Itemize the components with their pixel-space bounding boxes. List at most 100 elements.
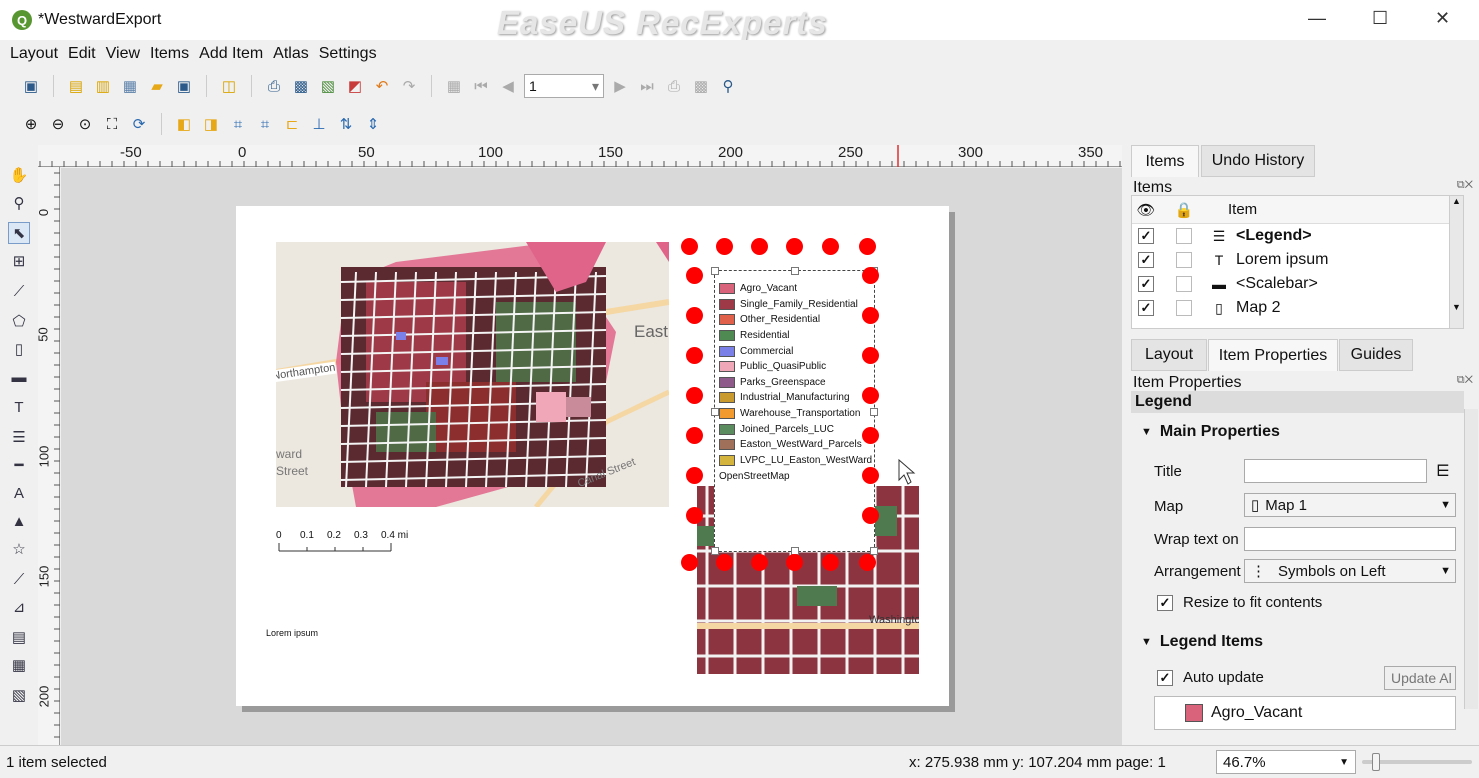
export-atlas-icon[interactable]: ▩	[690, 75, 712, 97]
distribute-icon[interactable]: ⇅	[335, 113, 357, 135]
resize-icon[interactable]: ⇕	[362, 113, 384, 135]
resize-handle[interactable]	[711, 267, 719, 275]
add-marker-icon[interactable]: ☆	[8, 538, 30, 560]
menu-view[interactable]: View	[106, 45, 140, 63]
lorem-ipsum-label[interactable]: Lorem ipsum	[266, 628, 318, 638]
open-folder-icon[interactable]: ▰	[146, 75, 168, 97]
resize-handle[interactable]	[870, 408, 878, 416]
export-pdf-icon[interactable]: ◩	[344, 75, 366, 97]
menu-items[interactable]: Items	[150, 45, 189, 63]
refresh-icon[interactable]: ⟳	[128, 113, 150, 135]
visibility-checkbox[interactable]: ✓	[1138, 276, 1154, 292]
tab-undo-history[interactable]: Undo History	[1201, 145, 1315, 177]
tab-item-properties[interactable]: Item Properties	[1208, 339, 1338, 371]
resize-handle[interactable]	[870, 547, 878, 555]
lock-checkbox[interactable]	[1176, 252, 1192, 268]
menu-layout[interactable]: Layout	[10, 45, 58, 63]
resize-handle[interactable]	[791, 267, 799, 275]
maximize-button[interactable]: ☐	[1372, 8, 1388, 29]
scalebar-item[interactable]: 0 0.1 0.2 0.3 0.4 mi	[276, 530, 426, 556]
atlas-settings-icon[interactable]: ⚲	[717, 75, 739, 97]
panel-float-close-icon[interactable]: ⧉✕	[1457, 374, 1473, 387]
next-feature-icon[interactable]: ▶	[609, 75, 631, 97]
atlas-page-input[interactable]: 1 ▾	[524, 74, 604, 98]
resize-to-fit-row[interactable]: ✓ Resize to fit contents	[1157, 594, 1322, 611]
auto-update-checkbox[interactable]: ✓	[1157, 669, 1173, 686]
new-page-icon[interactable]: ◫	[218, 75, 240, 97]
select-move-icon[interactable]: ⬉	[8, 222, 30, 244]
move-content-icon[interactable]: ⊞	[8, 250, 30, 272]
add-north-arrow-icon[interactable]: A	[8, 482, 30, 504]
layout-canvas[interactable]: East Northampton Canal Street ward Stree…	[61, 168, 1122, 745]
undo-icon[interactable]: ↶	[371, 75, 393, 97]
add-scalebar-icon[interactable]: ━	[8, 454, 30, 476]
scroll-up-icon[interactable]: ▲	[1450, 196, 1463, 206]
scroll-down-icon[interactable]: ▼	[1450, 302, 1463, 312]
main-properties-group[interactable]: ▼ Main Properties	[1141, 423, 1280, 441]
layout-page[interactable]: East Northampton Canal Street ward Stree…	[236, 206, 949, 706]
menu-settings[interactable]: Settings	[319, 45, 377, 63]
expression-icon[interactable]: ⋿	[1436, 461, 1450, 481]
visibility-checkbox[interactable]: ✓	[1138, 228, 1154, 244]
zoom-slider[interactable]	[1362, 753, 1472, 771]
zoom-actual-icon[interactable]: ⊙	[74, 113, 96, 135]
first-feature-icon[interactable]: ⏮	[470, 75, 492, 97]
align-left-icon[interactable]: ⊏	[281, 113, 303, 135]
wrap-text-field[interactable]	[1244, 527, 1456, 551]
legend-tree-item[interactable]: Agro_Vacant	[1211, 704, 1302, 722]
visibility-checkbox[interactable]: ✓	[1138, 252, 1154, 268]
update-all-button[interactable]: Update Al	[1384, 666, 1456, 690]
add-polyline-icon[interactable]: ⟋	[8, 568, 30, 590]
properties-scrollbar[interactable]	[1464, 409, 1478, 709]
redo-icon[interactable]: ↷	[398, 75, 420, 97]
menu-add-item[interactable]: Add Item	[199, 45, 263, 63]
group-items-icon[interactable]: ⌗	[227, 113, 249, 135]
auto-update-row[interactable]: ✓ Auto update	[1157, 669, 1264, 686]
items-table-row[interactable]: ✓ T Lorem ipsum	[1132, 248, 1463, 272]
legend-items-group[interactable]: ▼ Legend Items	[1141, 633, 1263, 651]
save-template-icon[interactable]: ▣	[173, 75, 195, 97]
pan-icon[interactable]: ✋	[8, 164, 30, 186]
items-table-row[interactable]: ✓ ▬ <Scalebar>	[1132, 272, 1463, 296]
lock-checkbox[interactable]	[1176, 300, 1192, 316]
lock-checkbox[interactable]	[1176, 228, 1192, 244]
ungroup-items-icon[interactable]: ⌗	[254, 113, 276, 135]
resize-to-fit-checkbox[interactable]: ✓	[1157, 594, 1173, 611]
zoom-select[interactable]: 46.7% ▼	[1216, 750, 1356, 774]
menu-atlas[interactable]: Atlas	[273, 45, 309, 63]
zoom-tool-icon[interactable]: ⚲	[8, 192, 30, 214]
align-bottom-icon[interactable]: ⊥	[308, 113, 330, 135]
map-item-1[interactable]: East Northampton Canal Street ward Stree…	[276, 242, 669, 507]
add-shape-icon[interactable]: ⬠	[8, 310, 30, 332]
zoom-slider-handle[interactable]	[1372, 753, 1380, 771]
edit-nodes-icon[interactable]: ⟋	[8, 280, 30, 302]
add-table-icon[interactable]: ▦	[8, 654, 30, 676]
add-legend-icon[interactable]: ☰	[8, 426, 30, 448]
title-field[interactable]	[1244, 459, 1427, 483]
add-shape-triangle-icon[interactable]: ▲	[8, 510, 30, 532]
layout-manager-icon[interactable]: ▦	[119, 75, 141, 97]
last-feature-icon[interactable]: ⏭	[636, 75, 658, 97]
arrangement-select[interactable]: ⋮ Symbols on Left ▼	[1244, 559, 1456, 583]
panel-float-close-icon[interactable]: ⧉✕	[1457, 179, 1473, 192]
resize-handle[interactable]	[711, 547, 719, 555]
tab-layout[interactable]: Layout	[1131, 339, 1207, 371]
print-icon[interactable]: ⎙	[263, 75, 285, 97]
zoom-in-icon[interactable]: ⊕	[20, 113, 42, 135]
menu-edit[interactable]: Edit	[68, 45, 96, 63]
add-map-icon[interactable]: ▬	[8, 366, 30, 388]
tab-guides[interactable]: Guides	[1339, 339, 1413, 371]
export-svg-icon[interactable]: ▧	[317, 75, 339, 97]
tab-items[interactable]: Items	[1131, 145, 1199, 177]
new-layout-icon[interactable]: ▤	[65, 75, 87, 97]
minimize-button[interactable]: —	[1308, 8, 1326, 29]
lock-checkbox[interactable]	[1176, 276, 1192, 292]
raise-items-icon[interactable]: ◧	[173, 113, 195, 135]
legend-item[interactable]: Agro_Vacant Single_Family_Residential Othe…	[711, 267, 878, 555]
zoom-out-icon[interactable]: ⊖	[47, 113, 69, 135]
atlas-preview-icon[interactable]: ▦	[443, 75, 465, 97]
resize-handle[interactable]	[711, 408, 719, 416]
add-attribute-table-icon[interactable]: ▧	[8, 684, 30, 706]
items-table-row[interactable]: ✓ ▯ Map 2	[1132, 296, 1463, 320]
add-polygon-icon[interactable]: ⊿	[8, 596, 30, 618]
